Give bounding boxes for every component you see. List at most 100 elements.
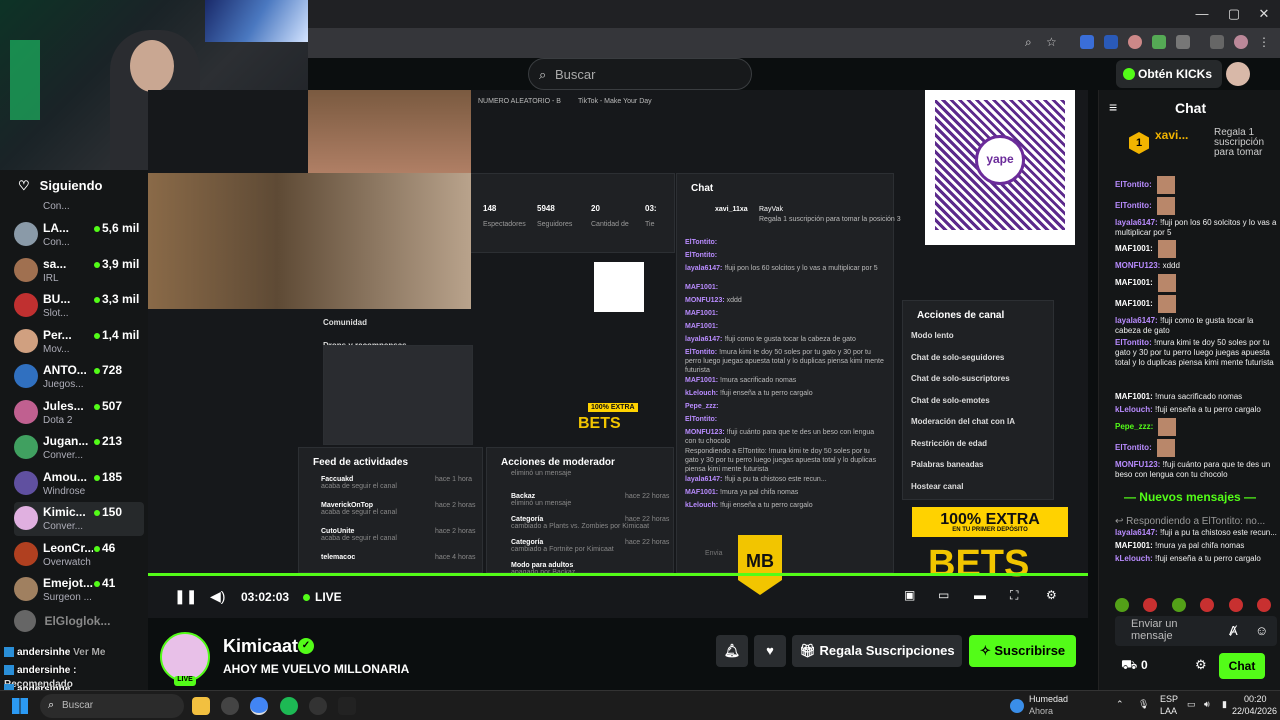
search-placeholder: Buscar xyxy=(555,67,596,82)
nested-qr xyxy=(594,262,644,312)
sidebar-channel[interactable]: LA... Con... 5,6 mil xyxy=(14,218,144,252)
nested-channel-action: Hostear canal xyxy=(911,481,964,491)
nested-mod-action: eliminó un mensaje xyxy=(511,470,572,477)
sidebar-channel[interactable]: Jugan... Conver... 213 xyxy=(14,431,144,465)
file-explorer-icon[interactable] xyxy=(192,697,210,715)
channel-avatar[interactable]: LIVE xyxy=(160,632,210,686)
send-chat-button[interactable]: Chat xyxy=(1219,653,1265,679)
chat-settings-icon[interactable]: ⚙ xyxy=(1195,657,1207,673)
channel-name[interactable]: Kimicaat xyxy=(223,636,298,657)
translate-icon[interactable]: Ⱥ xyxy=(1229,623,1238,638)
clip-icon[interactable]: ▣ xyxy=(904,588,915,602)
user-avatar[interactable] xyxy=(1226,62,1250,86)
sidebar-channel[interactable]: Kimic... Conver... 150 xyxy=(14,502,144,536)
get-kicks-button[interactable]: Obtén KICKs xyxy=(1116,60,1222,88)
extension-icon[interactable] xyxy=(1128,35,1142,49)
emote-icon[interactable] xyxy=(1257,598,1272,612)
minimize-button[interactable]: — xyxy=(1186,6,1218,21)
clock-time[interactable]: 00:20 xyxy=(1244,694,1267,704)
nested-channel-action: Chat de solo-suscriptores xyxy=(911,374,1010,383)
speaker-icon[interactable]: 🔊︎ xyxy=(1204,699,1210,710)
avatar xyxy=(14,399,38,424)
extension-icon[interactable] xyxy=(1152,35,1166,49)
sidebar-channel[interactable]: Emejot... Surgeon ... 41 xyxy=(14,573,144,607)
obs-icon[interactable] xyxy=(309,697,327,715)
sidebar-channel[interactable]: Per... Mov... 1,4 mil xyxy=(14,325,144,359)
pip-icon[interactable]: ▭ xyxy=(938,588,949,602)
new-messages-divider[interactable]: — Nuevos mensajes — xyxy=(1099,490,1280,504)
sidebar-channel[interactable]: Jules... Dota 2 507 xyxy=(14,396,144,430)
translate-extension-icon[interactable] xyxy=(1080,35,1094,49)
settings-gear-icon[interactable]: ⚙ xyxy=(1046,588,1057,602)
live-indicator[interactable]: LIVE xyxy=(303,590,342,604)
live-dot xyxy=(94,297,100,303)
star-icon: ✧ xyxy=(979,643,991,658)
pinned-gift-leaderboard[interactable]: 1 xavi... Regala 1 suscripción para toma… xyxy=(1111,126,1280,162)
channel-category: Mov... xyxy=(43,343,70,355)
sidebar-channel[interactable]: LeonCr... Overwatch 46 xyxy=(14,538,144,572)
sidebar-channel[interactable]: Amou... Windrose 185 xyxy=(14,467,144,501)
progress-bar[interactable] xyxy=(148,573,1088,576)
nested-mod-action: Backaz eliminó un mensaje hace 22 horas xyxy=(511,493,670,507)
kicks-wallet-icon[interactable]: ⛟ xyxy=(1121,657,1137,675)
following-header[interactable]: ♡ Siguiendo xyxy=(18,178,103,194)
close-window-button[interactable]: ✕ xyxy=(1248,6,1280,22)
channel-category: Conver... xyxy=(43,450,84,461)
chrome-icon[interactable] xyxy=(250,697,268,715)
profile-avatar[interactable] xyxy=(1234,35,1248,49)
search-input[interactable]: ⌕ Buscar xyxy=(528,58,752,90)
emote-icon[interactable] xyxy=(1228,598,1243,612)
follow-heart-button[interactable]: ♥ xyxy=(754,635,786,667)
live-dot xyxy=(94,226,100,232)
xbox-icon[interactable] xyxy=(221,697,239,715)
offline-channel[interactable]: ElGloglok... xyxy=(14,610,110,632)
microphone-icon[interactable]: 🎙︎ xyxy=(1138,699,1149,710)
nested-mini-screen xyxy=(323,345,473,445)
video-player[interactable]: NUMERO ALEATORIO - B TikTok - Make Your … xyxy=(148,90,1088,618)
bookmark-star-icon[interactable]: ☆ xyxy=(1046,35,1060,49)
zoom-icon[interactable]: ⌕ xyxy=(1025,35,1039,49)
battery-icon[interactable]: ▮ xyxy=(1222,699,1227,710)
volume-icon[interactable]: ◀) xyxy=(210,588,225,605)
notification-bell-button[interactable]: 🔔︎ xyxy=(716,635,748,667)
chat-message-input[interactable]: Enviar un mensaje Ⱥ ☺ xyxy=(1115,616,1277,646)
subscribe-button[interactable]: ✧ Suscribirse xyxy=(969,635,1076,667)
theater-icon[interactable]: ▬ xyxy=(974,588,986,602)
tab-search-icon[interactable] xyxy=(1210,35,1224,49)
windows-start-icon[interactable] xyxy=(12,698,28,714)
emote-image xyxy=(1156,176,1175,194)
puzzle-icon[interactable] xyxy=(1176,35,1190,49)
nested-chat-line: Respondiendo a ElTontito: !mura kimi te … xyxy=(685,448,877,473)
emote-icon[interactable] xyxy=(1115,598,1129,612)
spotify-icon[interactable] xyxy=(280,697,298,715)
nested-channel-actions-title: Acciones de canal xyxy=(917,310,1005,321)
language[interactable]: ESP xyxy=(1160,694,1178,704)
sidebar-channel[interactable]: ANTO... Juegos... 728 xyxy=(14,360,144,394)
fullscreen-icon[interactable]: ⛶ xyxy=(1010,588,1018,603)
more-menu-icon[interactable]: ⋮ xyxy=(1258,35,1272,49)
nested-chat-line: kLelouch: !fuji enseña a tu perro cargal… xyxy=(685,502,813,509)
emote-icon[interactable] xyxy=(1200,598,1215,612)
extension-icon[interactable] xyxy=(1104,35,1118,49)
nested-chat-line: layala6147: !fuji a pu ta chistoso este … xyxy=(685,476,827,483)
pause-icon[interactable]: ❚❚ xyxy=(174,588,197,605)
chat-message: MAF1001: xyxy=(1115,295,1277,313)
emoji-icon[interactable]: ☺ xyxy=(1255,623,1268,638)
nested-chat-line: Pepe_zzz: xyxy=(685,403,719,410)
nested-chat-line: MONFU123: !fuji cuánto para que te des u… xyxy=(685,429,875,445)
network-icon[interactable]: ▭ xyxy=(1187,699,1196,710)
sidebar-channel[interactable]: sa... IRL 3,9 mil xyxy=(14,254,144,288)
epic-games-icon[interactable] xyxy=(338,697,356,715)
nested-chat-line: MAF1001: xyxy=(685,323,719,330)
taskbar-search[interactable]: ⌕ Buscar xyxy=(40,694,184,718)
collapse-chat-icon[interactable]: ≡ xyxy=(1109,99,1117,115)
emote-icon[interactable] xyxy=(1171,598,1186,612)
chevron-up-icon[interactable]: ⌃ xyxy=(1116,699,1124,710)
emote-icon[interactable] xyxy=(1143,598,1158,612)
humidity-icon[interactable] xyxy=(1010,699,1024,713)
channel-category: Slot... xyxy=(43,308,69,319)
live-dot xyxy=(94,261,100,268)
gift-subscriptions-button[interactable]: 🎁︎ Regala Suscripciones xyxy=(792,635,962,667)
sidebar-channel[interactable]: BU... Slot... 3,3 mil xyxy=(14,289,144,323)
maximize-button[interactable]: ▢ xyxy=(1218,6,1250,22)
